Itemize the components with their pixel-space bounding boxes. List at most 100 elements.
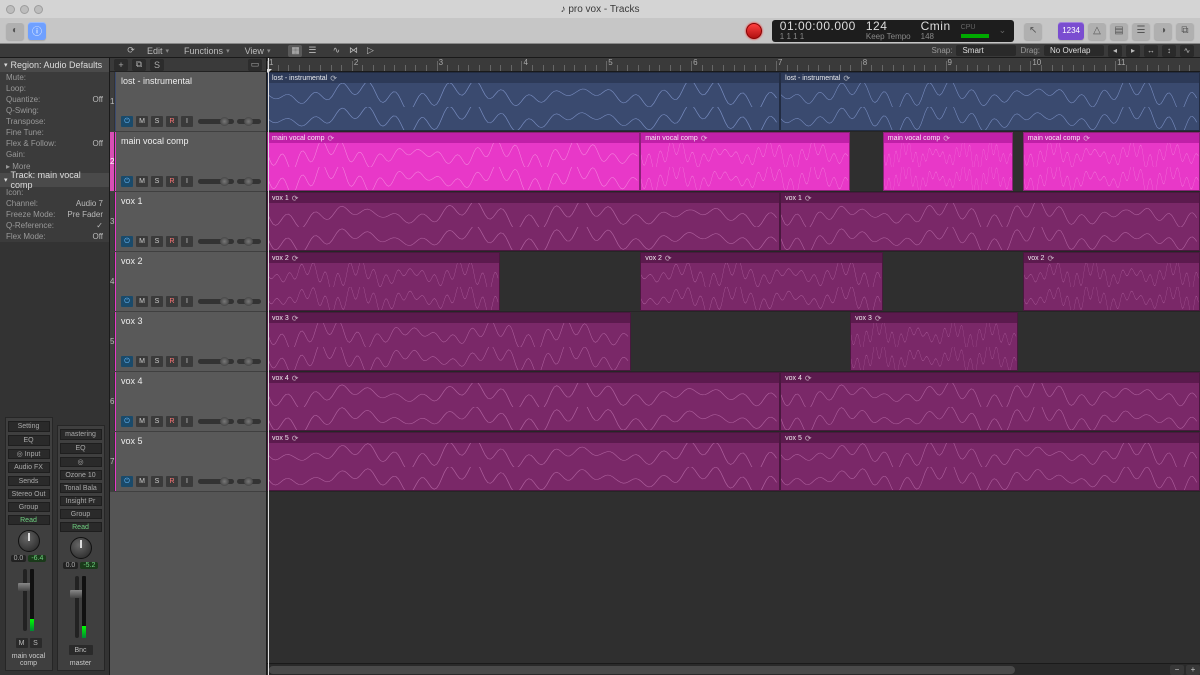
scroll-thumb[interactable] xyxy=(269,666,1015,674)
inspector-row[interactable]: Channel:Audio 7 xyxy=(0,198,109,209)
track-solo-button[interactable]: S xyxy=(151,296,163,307)
playhead[interactable] xyxy=(268,58,269,675)
audio-region[interactable]: vox 5⟳ xyxy=(267,432,780,491)
edit-menu[interactable]: Edit xyxy=(141,45,175,57)
eq-slot[interactable]: EQ xyxy=(8,435,50,446)
track-input-button[interactable]: I xyxy=(181,356,193,367)
nudge-left-icon[interactable]: ◂ xyxy=(1108,45,1122,57)
cursor-tool-icon[interactable]: ↖ xyxy=(1024,22,1042,40)
inspector-row[interactable]: Icon: xyxy=(0,187,109,198)
functions-menu[interactable]: Functions xyxy=(178,45,236,57)
track-input-button[interactable]: I xyxy=(181,416,193,427)
track-volume-slider[interactable] xyxy=(198,239,234,244)
track-volume-slider[interactable] xyxy=(198,299,234,304)
inspector-row[interactable]: Transpose: xyxy=(0,116,109,127)
track-solo-button[interactable]: S xyxy=(151,236,163,247)
track-record-button[interactable]: R xyxy=(166,296,178,307)
track-pan-slider[interactable] xyxy=(237,419,261,424)
zoom-window-btn[interactable] xyxy=(34,5,43,14)
arrange-lane[interactable]: lost - instrumental⟳ lost - instrumental… xyxy=(267,72,1200,132)
track-pan-slider[interactable] xyxy=(237,179,261,184)
inspector-row[interactable]: Q-Swing: xyxy=(0,105,109,116)
view-list-icon[interactable]: ☰ xyxy=(305,45,319,57)
inspector-row[interactable]: Q-Reference:✓ xyxy=(0,220,109,231)
track-mute-button[interactable]: M xyxy=(136,476,148,487)
lcd-chevron-icon[interactable]: ⌄ xyxy=(999,25,1007,36)
track-mute-button[interactable]: M xyxy=(136,176,148,187)
bounce-button[interactable]: Bnc xyxy=(69,645,93,655)
list-editors-icon[interactable]: ▤ xyxy=(1110,22,1128,40)
hzoom-out-icon[interactable]: − xyxy=(1170,665,1184,675)
track-mute-button[interactable]: M xyxy=(136,296,148,307)
track-pan-slider[interactable] xyxy=(237,239,261,244)
group-slot[interactable]: Group xyxy=(8,502,50,512)
pan-dial[interactable] xyxy=(70,537,92,559)
automation-mode[interactable]: Read xyxy=(8,515,50,525)
loops-icon[interactable]: ◑ xyxy=(1154,22,1172,40)
track-mute-button[interactable]: M xyxy=(136,356,148,367)
track-power-button[interactable]: ⏻ xyxy=(121,416,133,427)
track-mute-button[interactable]: M xyxy=(136,416,148,427)
plugin-slot[interactable]: Tonal Bala xyxy=(60,483,102,493)
notes-icon[interactable]: ☰ xyxy=(1132,22,1150,40)
input-slot[interactable]: ◎ Input xyxy=(8,449,50,459)
track-record-button[interactable]: R xyxy=(166,476,178,487)
track-header[interactable]: 5 vox 3 ⏻ M S R I xyxy=(110,312,266,372)
track-input-button[interactable]: I xyxy=(181,116,193,127)
track-header[interactable]: 4 vox 2 ⏻ M S R I xyxy=(110,252,266,312)
record-button[interactable] xyxy=(746,23,762,39)
track-power-button[interactable]: ⏻ xyxy=(121,176,133,187)
browser-icon[interactable]: ⧉ xyxy=(1176,22,1194,40)
track-header[interactable]: 3 vox 1 ⏻ M S R I xyxy=(110,192,266,252)
setting-slot[interactable]: mastering xyxy=(60,429,102,440)
audiofx-slot[interactable]: Audio FX xyxy=(8,462,50,473)
bar-ruler[interactable]: 123456789101112 xyxy=(267,58,1200,72)
audio-region[interactable]: vox 1⟳ xyxy=(267,192,780,251)
add-track-button[interactable]: + xyxy=(114,59,128,71)
snap-select[interactable]: Smart xyxy=(956,45,1016,56)
inspector-row[interactable]: Flex Mode:Off xyxy=(0,231,109,242)
track-mute-button[interactable]: M xyxy=(136,236,148,247)
track-record-button[interactable]: R xyxy=(166,116,178,127)
track-power-button[interactable]: ⏻ xyxy=(121,476,133,487)
track-pan-slider[interactable] xyxy=(237,299,261,304)
track-volume-slider[interactable] xyxy=(198,179,234,184)
audio-region[interactable]: vox 5⟳ xyxy=(780,432,1200,491)
nudge-right-icon[interactable]: ▸ xyxy=(1126,45,1140,57)
lcd-display[interactable]: 01:00:00.000 1 1 1 1 124 Keep Tempo Cmin… xyxy=(772,20,1014,42)
setting-slot[interactable]: Setting xyxy=(8,421,50,432)
catch-icon[interactable]: ▷ xyxy=(363,45,377,57)
track-power-button[interactable]: ⏻ xyxy=(121,236,133,247)
automation-mode[interactable]: Read xyxy=(60,522,102,532)
audio-region[interactable]: vox 2⟳ xyxy=(640,252,883,311)
inspector-row[interactable]: Freeze Mode:Pre Fader xyxy=(0,209,109,220)
arrange-lane[interactable]: vox 3⟳ vox 3⟳ xyxy=(267,312,1200,372)
metronome-icon[interactable]: △ xyxy=(1088,22,1106,40)
sends-slot[interactable]: Sends xyxy=(8,476,50,486)
track-record-button[interactable]: R xyxy=(166,356,178,367)
track-record-button[interactable]: R xyxy=(166,176,178,187)
automation-icon[interactable]: ∿ xyxy=(329,45,343,57)
inspector-row[interactable]: Quantize:Off xyxy=(0,94,109,105)
toolbar-lock-icon[interactable]: ⟳ xyxy=(124,45,138,57)
lcd-mode-badge[interactable]: 1234 xyxy=(1058,22,1084,40)
region-inspector-header[interactable]: ▾Region: Audio Defaults xyxy=(0,58,109,72)
inspector-row[interactable]: Flex & Follow:Off xyxy=(0,138,109,149)
track-power-button[interactable]: ⏻ xyxy=(121,116,133,127)
flex-icon[interactable]: ⋈ xyxy=(346,45,360,57)
audio-region[interactable]: vox 4⟳ xyxy=(267,372,780,431)
track-filter-icon[interactable]: ▭ xyxy=(248,59,262,71)
input-slot[interactable]: ◎ xyxy=(60,457,102,467)
output-slot[interactable]: Stereo Out xyxy=(8,489,50,499)
track-pan-slider[interactable] xyxy=(237,119,261,124)
track-pan-slider[interactable] xyxy=(237,359,261,364)
track-pan-slider[interactable] xyxy=(237,479,261,484)
volume-fader[interactable] xyxy=(75,576,79,638)
view-menu[interactable]: View xyxy=(239,45,277,57)
track-mute-button[interactable]: M xyxy=(136,116,148,127)
waveform-zoom-icon[interactable]: ∿ xyxy=(1180,45,1194,57)
audio-region[interactable]: vox 2⟳ xyxy=(1023,252,1200,311)
arrange-lane[interactable]: main vocal comp⟳ main vocal comp⟳ main v… xyxy=(267,132,1200,192)
track-volume-slider[interactable] xyxy=(198,419,234,424)
plugin-slot[interactable]: Ozone 10 xyxy=(60,470,102,480)
